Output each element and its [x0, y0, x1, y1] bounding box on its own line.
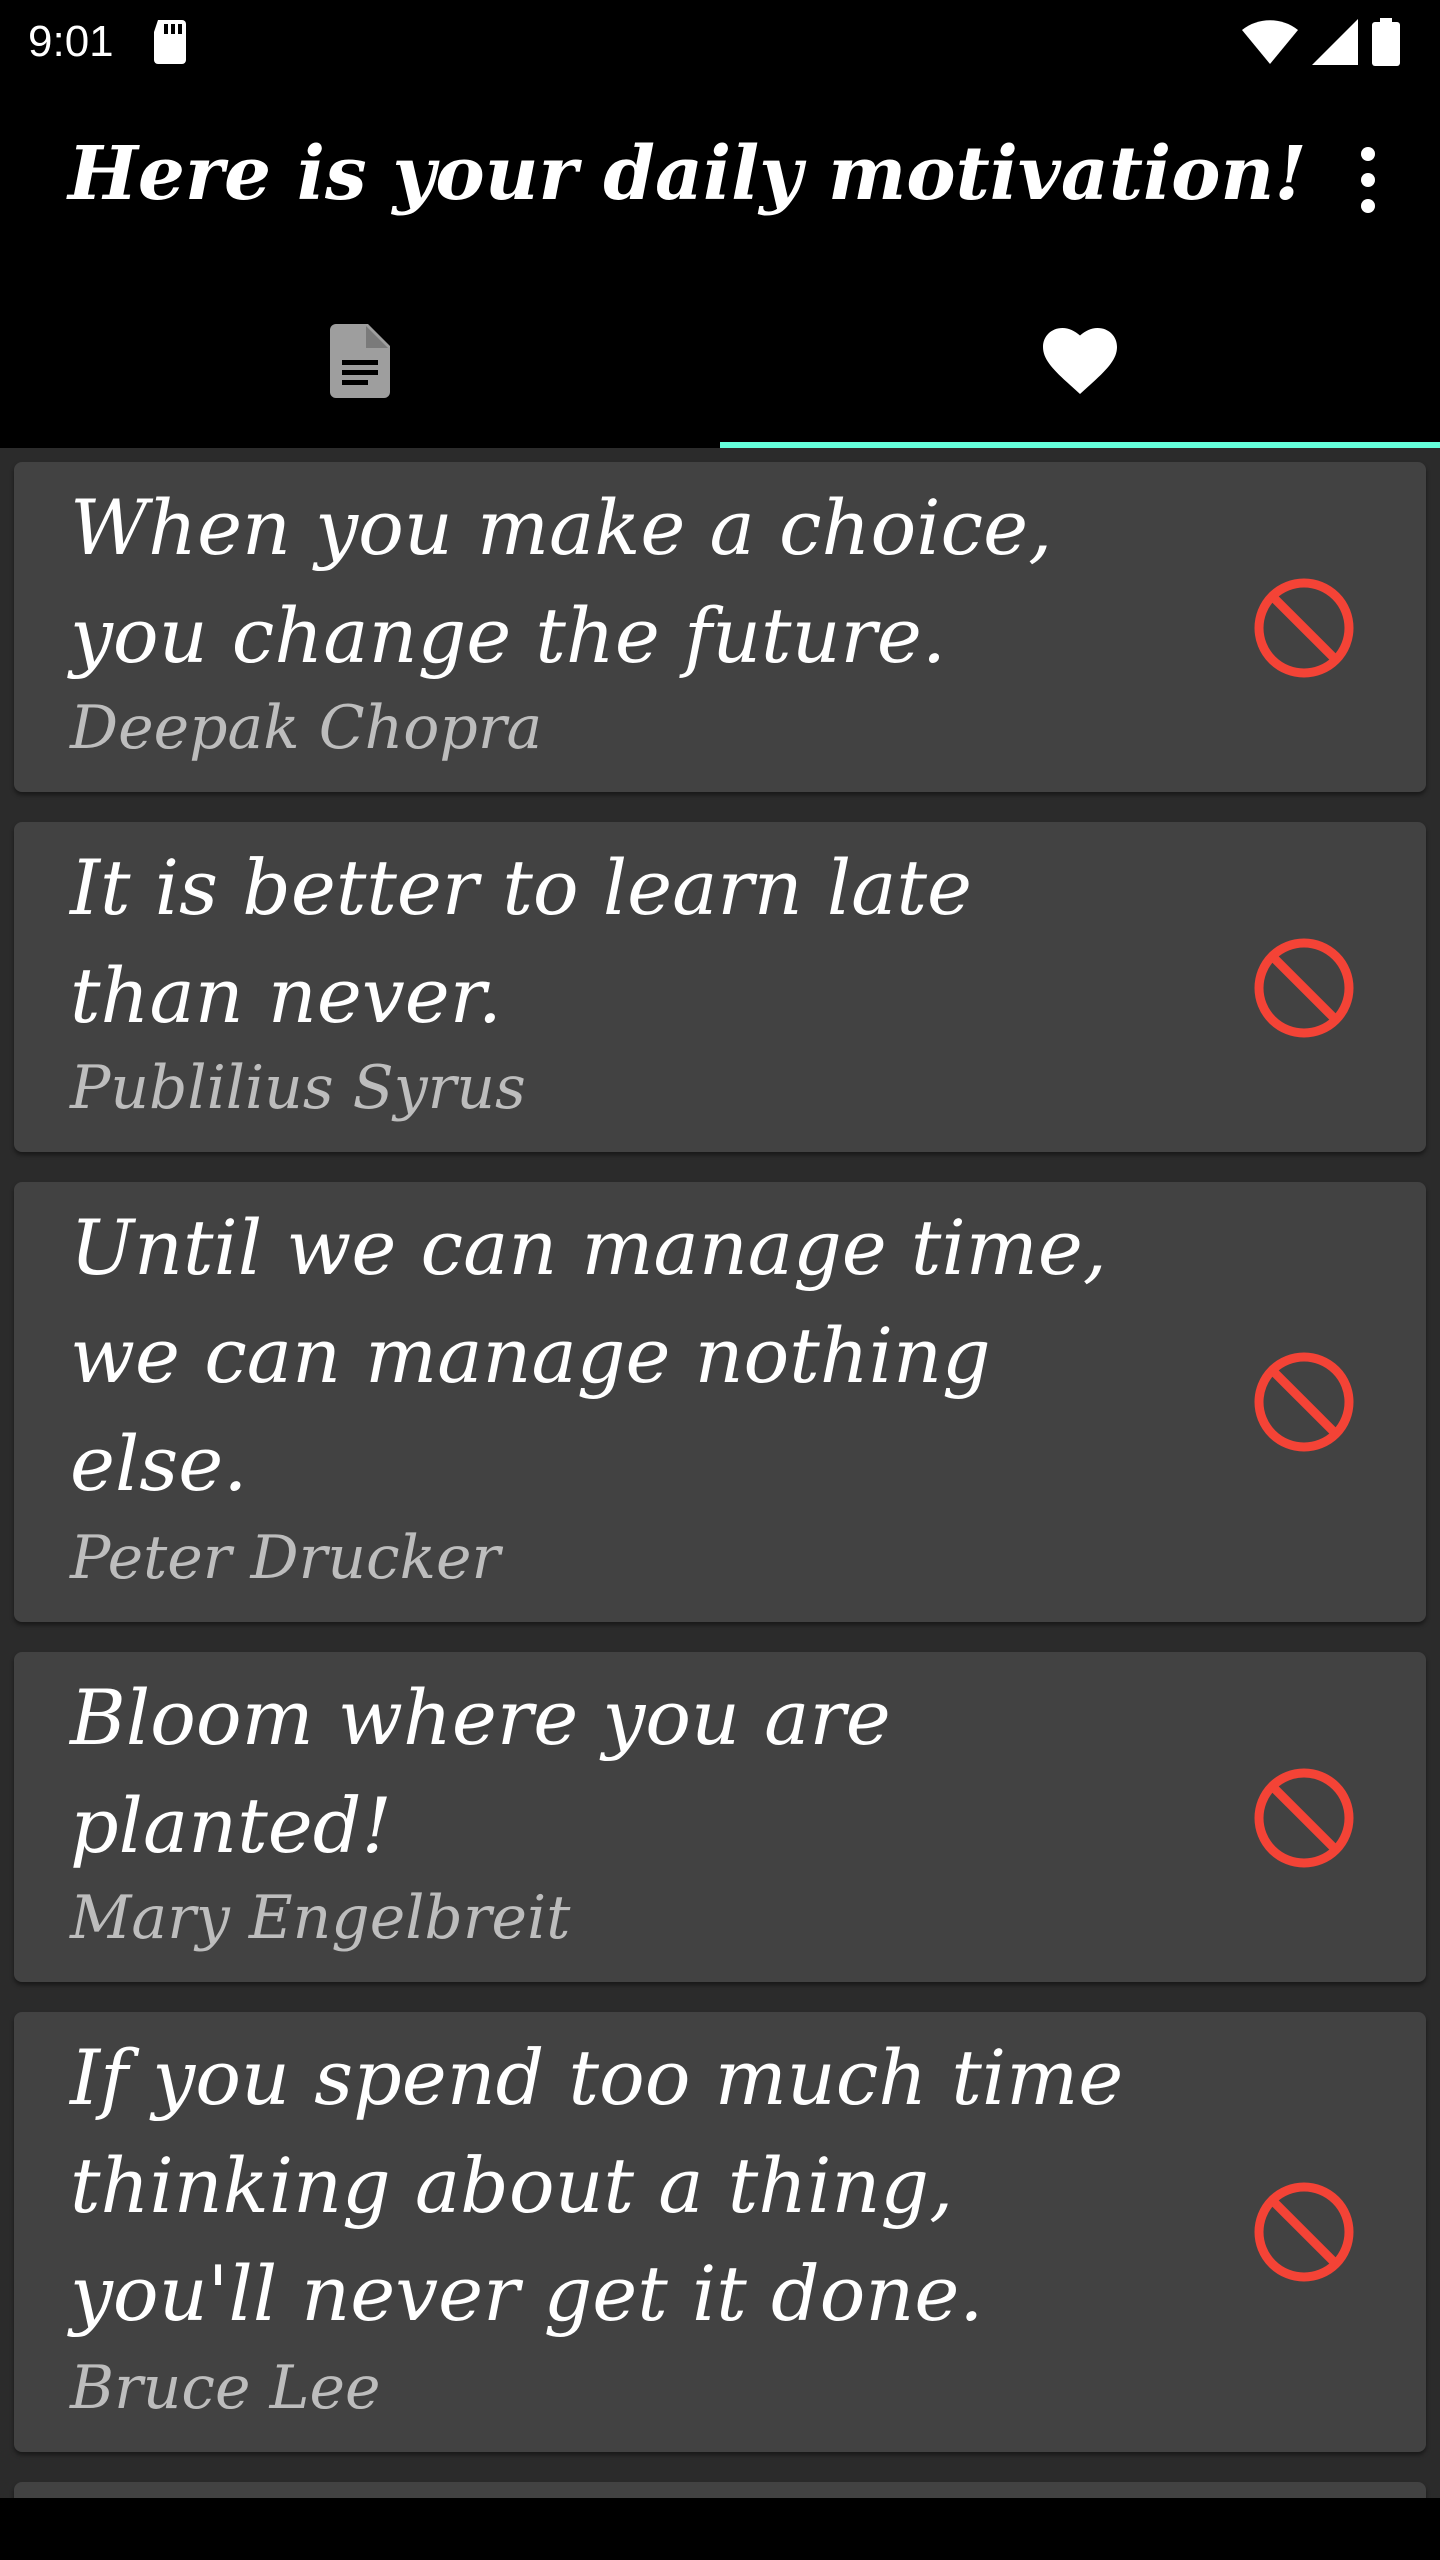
quote-author: Deepak Chopra — [70, 693, 543, 763]
status-time: 9:01 — [28, 17, 114, 66]
block-icon — [1254, 2182, 1354, 2282]
quote-text: If you spend too much time thinking abou… — [70, 2033, 1124, 2338]
quote-author: Bruce Lee — [70, 2353, 381, 2423]
quote-card: Bloom where you are planted! Mary Engelb… — [14, 1652, 1426, 1982]
remove-favorite-button[interactable] — [1236, 920, 1372, 1056]
quote-card: Until we can manage time, we can manage … — [14, 1182, 1426, 1622]
battery-icon — [1372, 18, 1400, 66]
heart-icon — [1043, 328, 1117, 394]
remove-favorite-button[interactable] — [1236, 560, 1372, 696]
quote-text: It is better to learn late than never. — [70, 843, 972, 1040]
app-bar: Here is your daily motivation! — [0, 84, 1440, 274]
sd-card-icon — [154, 20, 186, 64]
tab-bar — [0, 274, 1440, 448]
document-icon — [330, 324, 390, 398]
quote-card: If you spend too much time thinking abou… — [14, 2012, 1426, 2452]
tab-quotes[interactable] — [0, 274, 720, 448]
status-bar: 9:01 — [0, 0, 1440, 84]
quote-author: Publilius Syrus — [70, 1053, 526, 1123]
tab-favorites[interactable] — [720, 274, 1440, 448]
more-vert-icon[interactable] — [1336, 140, 1400, 220]
block-icon — [1254, 578, 1354, 678]
quote-card: It is better to learn late than never. P… — [14, 822, 1426, 1152]
quote-text: When you make a choice, you change the f… — [70, 483, 1053, 680]
navigation-bar — [0, 2498, 1440, 2560]
status-icons — [1242, 18, 1400, 66]
app-title: Here is your daily motivation! — [68, 131, 1307, 217]
block-icon — [1254, 1768, 1354, 1868]
quote-text: Bloom where you are planted! — [70, 1673, 891, 1870]
quote-author: Peter Drucker — [70, 1523, 501, 1593]
quote-card — [14, 2482, 1426, 2498]
wifi-icon — [1242, 20, 1298, 64]
quote-text: Until we can manage time, we can manage … — [70, 1203, 1107, 1508]
remove-favorite-button[interactable] — [1236, 1334, 1372, 1470]
favorites-list[interactable]: When you make a choice, you change the f… — [0, 448, 1440, 2498]
cell-signal-icon — [1312, 19, 1358, 65]
remove-favorite-button[interactable] — [1236, 2164, 1372, 2300]
quote-author: Mary Engelbreit — [70, 1883, 571, 1953]
remove-favorite-button[interactable] — [1236, 1750, 1372, 1886]
block-icon — [1254, 938, 1354, 1038]
quote-card: When you make a choice, you change the f… — [14, 462, 1426, 792]
block-icon — [1254, 1352, 1354, 1452]
